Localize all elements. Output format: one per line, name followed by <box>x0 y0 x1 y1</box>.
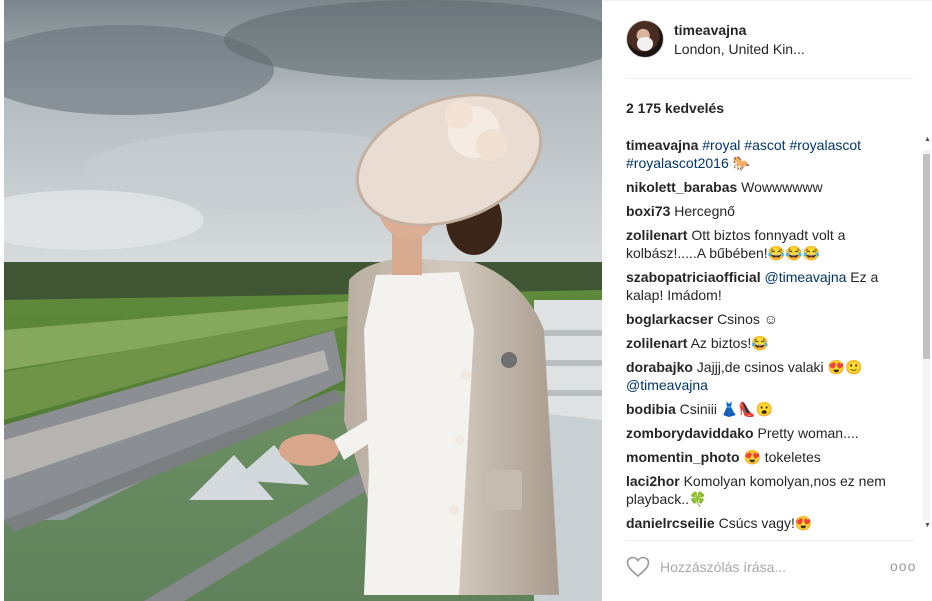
comment: dorabajko Jajjj,de csinos valaki 😍🙂 @tim… <box>626 358 916 394</box>
avatar[interactable] <box>626 20 664 58</box>
comment-username[interactable]: momentin_photo <box>626 449 740 465</box>
post-photo[interactable] <box>4 0 602 601</box>
comment: boxi73 Hercegnő <box>626 202 916 220</box>
comment-username[interactable]: dorabajko <box>626 359 693 375</box>
hashtag[interactable]: #royal <box>702 137 740 153</box>
comment-username[interactable]: nikolett_barabas <box>626 179 737 195</box>
comment-mention[interactable]: @timeavajna <box>626 377 708 393</box>
comment-text: Pretty woman.... <box>757 425 859 441</box>
comment-username[interactable]: zomborydaviddako <box>626 425 754 441</box>
add-comment-input[interactable] <box>660 556 870 578</box>
scroll-thumb[interactable] <box>923 154 930 359</box>
hashtag[interactable]: #royalascot <box>789 137 861 153</box>
comment-text: Csinos ☺ <box>717 311 779 327</box>
comment-mention[interactable]: @timeavajna <box>764 269 846 285</box>
comment-username[interactable]: boglarkacser <box>626 311 713 327</box>
divider <box>626 540 914 541</box>
comment-text: Wowwwwww <box>741 179 823 195</box>
comment-text: Az biztos!😂 <box>690 335 769 351</box>
comment-username[interactable]: danielrcseilie <box>626 515 715 531</box>
comment-username[interactable]: boxi73 <box>626 203 670 219</box>
caption-username[interactable]: timeavajna <box>626 137 698 153</box>
post-photo-image <box>4 0 602 601</box>
scroll-down-arrow-icon[interactable]: ▼ <box>924 522 931 529</box>
hashtag[interactable]: #royalascot2016 <box>626 155 729 171</box>
caption: timeavajna #royal #ascot #royalascot #ro… <box>626 136 916 172</box>
comment-username[interactable]: szabopatriciaofficial <box>626 269 761 285</box>
comments-scrollbar[interactable]: ▲ ▼ <box>922 136 931 532</box>
heart-icon[interactable] <box>626 556 650 578</box>
comment-text: 😍 tokeletes <box>743 449 821 465</box>
hashtag[interactable]: #ascot <box>744 137 785 153</box>
comments-list: timeavajna #royal #ascot #royalascot #ro… <box>626 136 916 532</box>
comment: danielrcseilie Csúcs vagy!😍 <box>626 514 916 532</box>
post-header: timeavajna London, United Kin... <box>626 18 916 62</box>
comment-username[interactable]: zolilenart <box>626 227 687 243</box>
comment: zolilenart Az biztos!😂 <box>626 334 916 352</box>
comment: laci2hor Komolyan komolyan,nos ez nem pl… <box>626 472 916 508</box>
panel-top-border <box>604 0 932 1</box>
comment: zomborydaviddako Pretty woman.... <box>626 424 916 442</box>
comment-username[interactable]: zolilenart <box>626 335 687 351</box>
comment: szabopatriciaofficial @timeavajna Ez a k… <box>626 268 916 304</box>
post-location[interactable]: London, United Kin... <box>674 41 805 57</box>
post-author-username[interactable]: timeavajna <box>674 22 746 38</box>
comment: momentin_photo 😍 tokeletes <box>626 448 916 466</box>
comment: bodibia Csiniii 👗👠😮 <box>626 400 916 418</box>
comment: boglarkacser Csinos ☺ <box>626 310 916 328</box>
scroll-up-arrow-icon[interactable]: ▲ <box>924 136 931 143</box>
horse-emoji: 🐎 <box>732 155 751 171</box>
more-options-icon[interactable]: ooo <box>890 558 916 574</box>
comment-text: Csúcs vagy!😍 <box>718 515 813 531</box>
likes-count[interactable]: 2 175 kedvelés <box>626 100 724 116</box>
comment-username[interactable]: laci2hor <box>626 473 680 489</box>
comment-text: Hercegnő <box>674 203 735 219</box>
comment: nikolett_barabas Wowwwwww <box>626 178 916 196</box>
comment-username[interactable]: bodibia <box>626 401 676 417</box>
post-side-panel: timeavajna London, United Kin... 2 175 k… <box>604 0 932 601</box>
comment-text: Csiniii 👗👠😮 <box>679 401 774 417</box>
comment-text: Jajjj,de csinos valaki 😍🙂 <box>696 359 863 375</box>
comment: zolilenart Ott biztos fonnyadt volt a ko… <box>626 226 916 262</box>
avatar-cat-icon <box>637 37 653 51</box>
divider <box>626 78 914 79</box>
